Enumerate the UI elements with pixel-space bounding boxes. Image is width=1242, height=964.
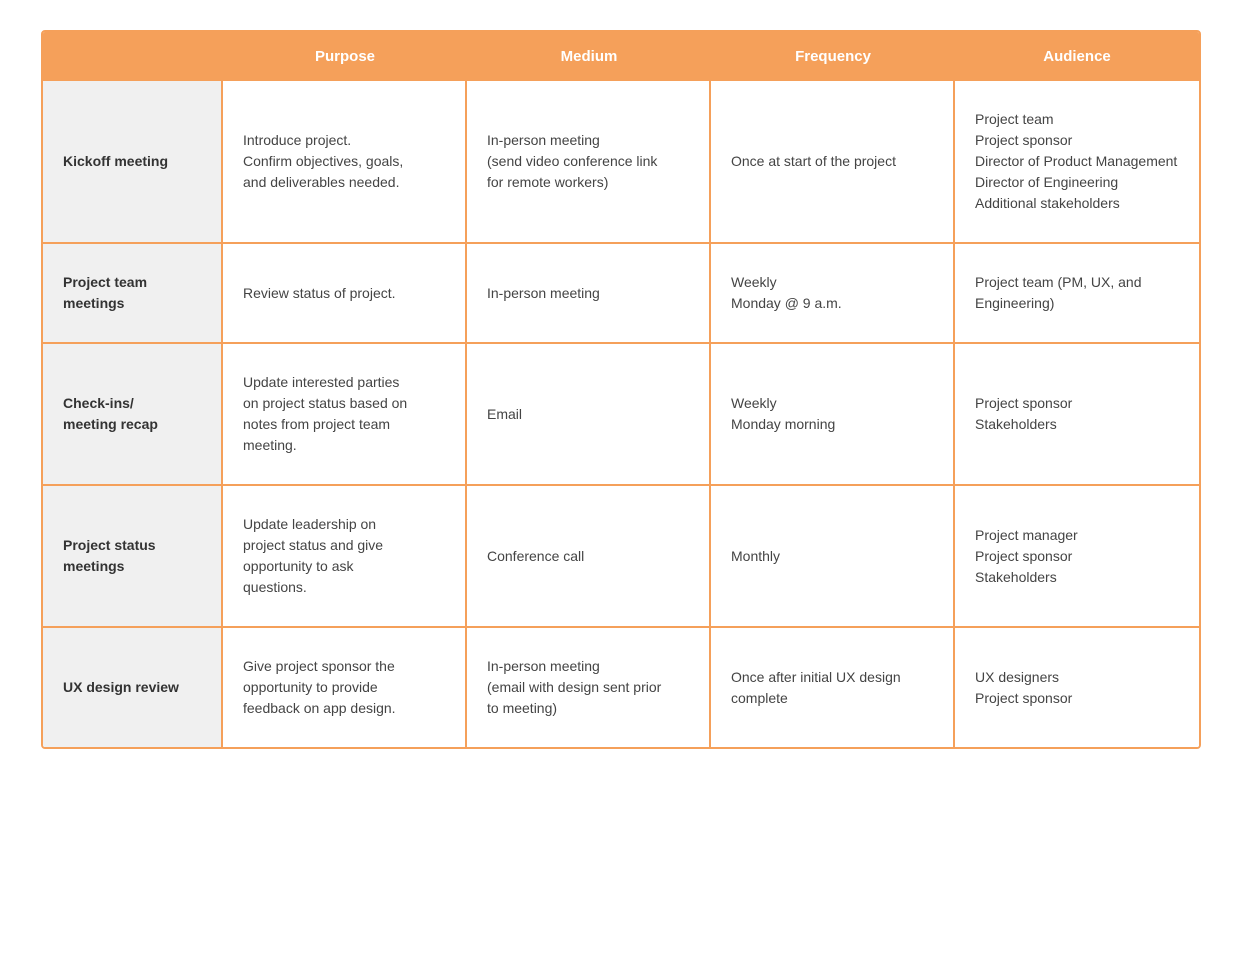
header-purpose: Purpose: [223, 32, 467, 81]
row-0-purpose: Introduce project. Confirm objectives, g…: [223, 81, 467, 242]
table-header: Purpose Medium Frequency Audience: [43, 32, 1199, 81]
row-1-name: Project team meetings: [43, 244, 223, 342]
row-4-medium: In-person meeting (email with design sen…: [467, 628, 711, 747]
row-2-medium: Email: [467, 344, 711, 484]
row-1-audience: Project team (PM, UX, and Engineering): [955, 244, 1199, 342]
table-row: Project status meetingsUpdate leadership…: [43, 486, 1199, 628]
row-2-audience: Project sponsor Stakeholders: [955, 344, 1199, 484]
row-0-frequency: Once at start of the project: [711, 81, 955, 242]
row-2-frequency: Weekly Monday morning: [711, 344, 955, 484]
row-2-name: Check-ins/ meeting recap: [43, 344, 223, 484]
row-3-name: Project status meetings: [43, 486, 223, 626]
header-medium: Medium: [467, 32, 711, 81]
table-row: Check-ins/ meeting recapUpdate intereste…: [43, 344, 1199, 486]
header-frequency: Frequency: [711, 32, 955, 81]
row-4-purpose: Give project sponsor the opportunity to …: [223, 628, 467, 747]
row-3-medium: Conference call: [467, 486, 711, 626]
header-col0: [43, 32, 223, 81]
header-audience: Audience: [955, 32, 1199, 81]
table-row: UX design reviewGive project sponsor the…: [43, 628, 1199, 747]
row-3-frequency: Monthly: [711, 486, 955, 626]
row-0-name: Kickoff meeting: [43, 81, 223, 242]
row-1-medium: In-person meeting: [467, 244, 711, 342]
row-1-frequency: Weekly Monday @ 9 a.m.: [711, 244, 955, 342]
row-3-purpose: Update leadership on project status and …: [223, 486, 467, 626]
row-4-audience: UX designers Project sponsor: [955, 628, 1199, 747]
table-body: Kickoff meetingIntroduce project. Confir…: [43, 81, 1199, 747]
row-1-purpose: Review status of project.: [223, 244, 467, 342]
row-4-frequency: Once after initial UX design complete: [711, 628, 955, 747]
row-2-purpose: Update interested parties on project sta…: [223, 344, 467, 484]
row-0-medium: In-person meeting (send video conference…: [467, 81, 711, 242]
row-3-audience: Project manager Project sponsor Stakehol…: [955, 486, 1199, 626]
communication-plan-table: Purpose Medium Frequency Audience Kickof…: [41, 30, 1201, 749]
row-4-name: UX design review: [43, 628, 223, 747]
table-row: Kickoff meetingIntroduce project. Confir…: [43, 81, 1199, 244]
row-0-audience: Project team Project sponsor Director of…: [955, 81, 1199, 242]
table-row: Project team meetingsReview status of pr…: [43, 244, 1199, 344]
